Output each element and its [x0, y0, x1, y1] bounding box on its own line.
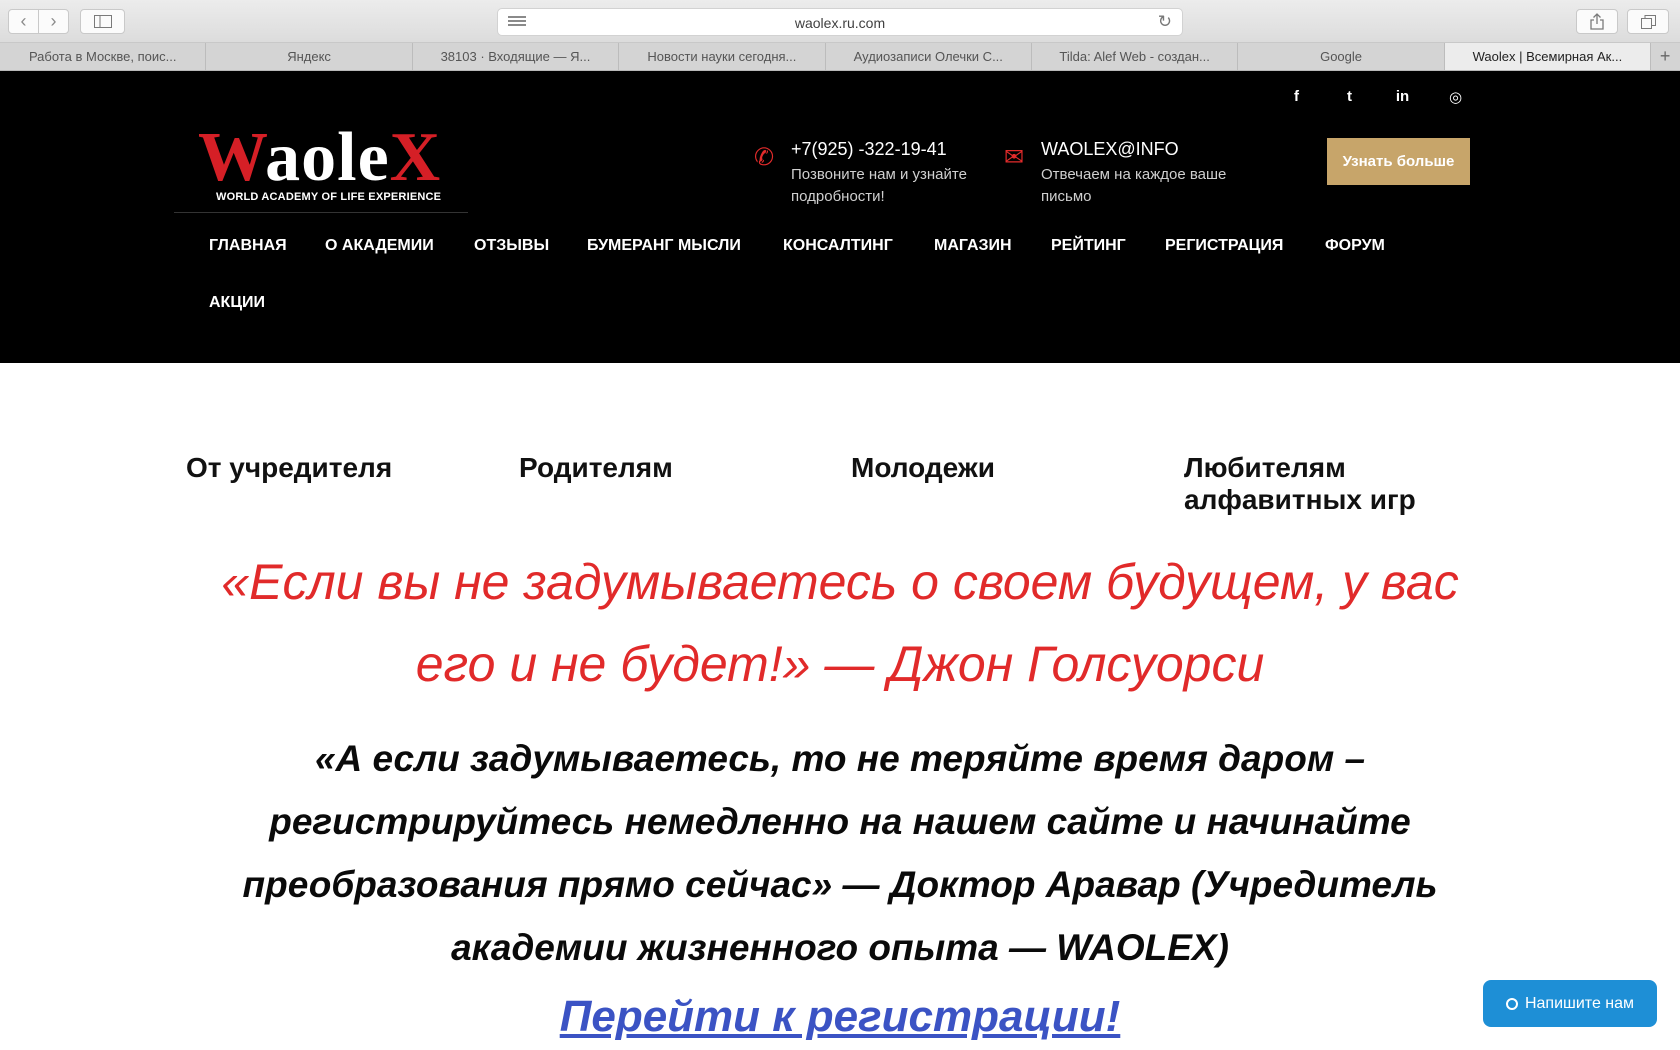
category-parents[interactable]: Родителям [519, 452, 779, 484]
quote-founder: «А если задумываетесь, то не теряйте вре… [242, 738, 1438, 968]
email-address[interactable]: WAOLEX@INFO [1041, 139, 1179, 160]
browser-tab-active[interactable]: Waolex | Всемирная Ак... [1444, 43, 1652, 70]
nav-item-about[interactable]: О АКАДЕМИИ [325, 237, 434, 255]
phone-number[interactable]: +7(925) -322-19-41 [791, 139, 947, 160]
phone-icon: ✆ [754, 144, 775, 171]
url-text: waolex.ru.com [794, 15, 886, 31]
chat-widget-button[interactable]: Напишите нам [1483, 980, 1657, 1027]
browser-tab[interactable]: Работа в Москве, поис... [0, 43, 207, 70]
sidebar-toggle-button[interactable] [80, 9, 125, 34]
back-icon[interactable]: ‹ [9, 10, 39, 33]
email-caption: Отвечаем на каждое ваше письмо [1041, 166, 1227, 205]
social-links: f t in ◎ [1270, 88, 1482, 106]
browser-toolbar: ‹ › waolex.ru.com ↻ [0, 0, 1680, 43]
linkedin-icon[interactable]: in [1376, 88, 1429, 106]
address-bar[interactable]: waolex.ru.com ↻ [497, 8, 1183, 36]
tabs-icon [1640, 14, 1656, 29]
browser-tab[interactable]: Новости науки сегодня... [619, 43, 826, 70]
nav-item-boomerang[interactable]: БУМЕРАНГ МЫСЛИ [587, 237, 741, 255]
registration-link[interactable]: Перейти к регистрации! [0, 992, 1680, 1042]
instagram-icon[interactable]: ◎ [1429, 88, 1482, 106]
forward-icon[interactable]: › [39, 10, 68, 33]
site-logo[interactable]: WaoleX WORLD ACADEMY OF LIFE EXPERIENCE [174, 121, 468, 213]
envelope-icon: ✉ [1004, 144, 1025, 171]
contact-email: ✉ WAOLEX@INFO Отвечаем на каждое ваше пи… [1004, 139, 1226, 219]
logo-tagline: WORLD ACADEMY OF LIFE EXPERIENCE [216, 191, 442, 203]
learn-more-button[interactable]: Узнать больше [1327, 138, 1470, 185]
nav-item-shop[interactable]: МАГАЗИН [934, 237, 1012, 255]
share-icon [1590, 13, 1604, 30]
new-tab-icon[interactable]: + [1651, 43, 1679, 70]
show-tabs-button[interactable] [1627, 9, 1669, 34]
nav-item-consulting[interactable]: КОНСАЛТИНГ [783, 237, 893, 255]
category-founder[interactable]: От учредителя [186, 452, 446, 484]
nav-item-forum[interactable]: ФОРУМ [1325, 237, 1385, 255]
browser-tab[interactable]: Tilda: Alef Web - создан... [1032, 43, 1239, 70]
browser-tab[interactable]: Google [1238, 43, 1445, 70]
category-youth[interactable]: Молодежи [851, 452, 1111, 484]
site-header: f t in ◎ WaoleX WORLD ACADEMY OF LIFE EX… [0, 71, 1680, 363]
sidebar-icon [93, 15, 112, 28]
share-button[interactable] [1576, 9, 1618, 34]
nav-item-reviews[interactable]: ОТЗЫВЫ [474, 237, 549, 255]
contact-phone: ✆ +7(925) -322-19-41 Позвоните нам и узн… [754, 139, 974, 219]
facebook-icon[interactable]: f [1270, 88, 1323, 106]
nav-item-home[interactable]: ГЛАВНАЯ [209, 237, 287, 255]
nav-item-rating[interactable]: РЕЙТИНГ [1051, 237, 1126, 255]
chat-label: Напишите нам [1524, 995, 1635, 1012]
quote-galsworthy: «Если вы не задумываетесь о своем будуще… [221, 554, 1459, 692]
phone-caption: Позвоните нам и узнайте подробности! [791, 166, 967, 205]
history-nav: ‹ › [8, 9, 69, 34]
browser-tab[interactable]: Аудиозаписи Олечки С... [826, 43, 1032, 70]
nav-item-registration[interactable]: РЕГИСТРАЦИЯ [1165, 237, 1283, 255]
nav-item-promotions[interactable]: АКЦИИ [209, 294, 265, 312]
chat-status-icon [1505, 997, 1518, 1010]
category-alphabet-games[interactable]: Любителям алфавитных игр [1184, 452, 1444, 516]
browser-tab[interactable]: 38103 · Входящие — Я... [413, 43, 620, 70]
browser-tab[interactable]: Яндекс [206, 43, 413, 70]
reload-icon[interactable]: ↻ [1158, 12, 1172, 32]
twitter-icon[interactable]: t [1323, 88, 1376, 106]
tab-bar: Работа в Москве, поис... Яндекс 38103 · … [0, 43, 1680, 71]
logo-wordmark: WaoleX [198, 119, 442, 196]
